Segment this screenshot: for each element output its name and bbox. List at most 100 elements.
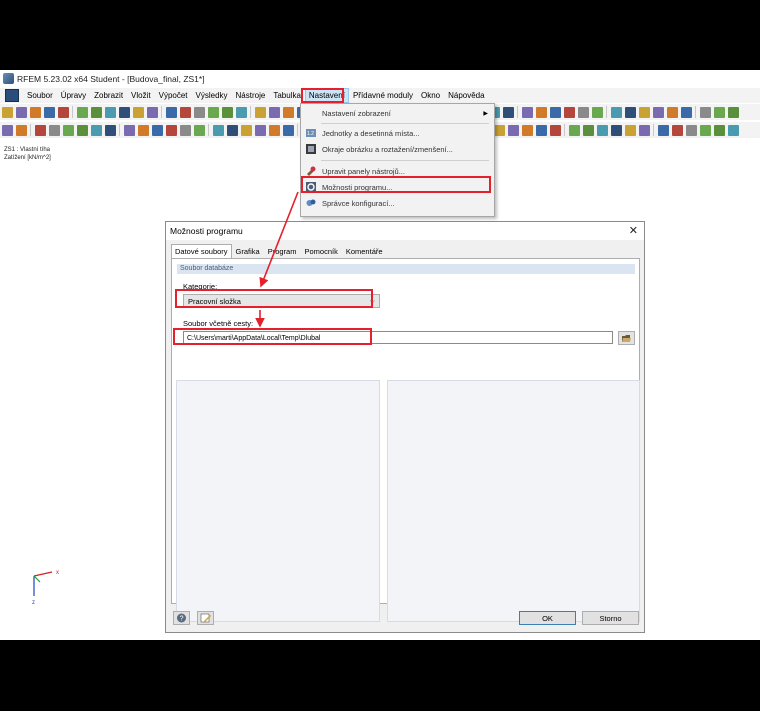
toolbar-button-icon[interactable]	[699, 106, 711, 118]
toolbar-button-icon[interactable]	[282, 106, 294, 118]
toolbar-button-icon[interactable]	[638, 106, 650, 118]
toolbar-button-icon[interactable]	[282, 124, 294, 136]
toolbar-button-icon[interactable]	[652, 106, 664, 118]
tab-data-files[interactable]: Datové soubory	[171, 244, 232, 258]
toolbar-button-icon[interactable]	[268, 124, 280, 136]
cancel-button[interactable]: Storno	[582, 611, 639, 625]
toolbar-button-icon[interactable]	[254, 124, 266, 136]
ok-button[interactable]: OK	[519, 611, 576, 625]
files-list[interactable]	[387, 380, 640, 622]
help-button[interactable]: ?	[173, 611, 190, 625]
toolbar-button-icon[interactable]	[624, 106, 636, 118]
menu-item-config-manager[interactable]: Správce konfigurací...	[301, 195, 494, 211]
toolbar-button-icon[interactable]	[29, 106, 41, 118]
menu-item-units[interactable]: 1.2 Jednotky a desetinná místa...	[301, 125, 494, 141]
tab-assistant[interactable]: Pomocník	[300, 244, 341, 258]
tab-program[interactable]: Program	[264, 244, 301, 258]
toolbar-button-icon[interactable]	[118, 106, 130, 118]
menu-6[interactable]: Výsledky	[192, 88, 232, 103]
menu-8[interactable]: Tabulka	[269, 88, 305, 103]
toolbar-button-icon[interactable]	[226, 124, 238, 136]
toolbar-button-icon[interactable]	[90, 106, 102, 118]
toolbar-button-icon[interactable]	[34, 124, 46, 136]
toolbar-button-icon[interactable]	[507, 124, 519, 136]
toolbar-button-icon[interactable]	[713, 124, 725, 136]
toolbar-button-icon[interactable]	[535, 106, 547, 118]
toolbar-button-icon[interactable]	[146, 106, 158, 118]
toolbar-button-icon[interactable]	[699, 124, 711, 136]
toolbar-button-icon[interactable]	[577, 106, 589, 118]
toolbar-button-icon[interactable]	[104, 124, 116, 136]
toolbar-button-icon[interactable]	[685, 124, 697, 136]
category-select[interactable]: Pracovní složka ⌵	[183, 294, 380, 308]
toolbar-button-icon[interactable]	[713, 106, 725, 118]
menu-2[interactable]: Úpravy	[57, 88, 90, 103]
browse-button[interactable]	[618, 331, 635, 345]
toolbar-button-icon[interactable]	[563, 106, 575, 118]
toolbar-button-icon[interactable]	[671, 124, 683, 136]
toolbar-button-icon[interactable]	[57, 106, 69, 118]
menu-item-display-settings[interactable]: Nastavení zobrazení ▶	[301, 105, 494, 121]
toolbar-button-icon[interactable]	[1, 106, 13, 118]
toolbar-button-icon[interactable]	[151, 124, 163, 136]
tab-graphics[interactable]: Grafika	[232, 244, 264, 258]
toolbar-button-icon[interactable]	[624, 124, 636, 136]
toolbar-button-icon[interactable]	[1, 124, 13, 136]
toolbar-button-icon[interactable]	[240, 124, 252, 136]
toolbar-button-icon[interactable]	[591, 106, 603, 118]
categories-list[interactable]	[176, 380, 380, 622]
toolbar-button-icon[interactable]	[123, 124, 135, 136]
toolbar-button-icon[interactable]	[137, 124, 149, 136]
toolbar-button-icon[interactable]	[90, 124, 102, 136]
edit-button[interactable]	[197, 611, 214, 625]
toolbar-button-icon[interactable]	[549, 106, 561, 118]
menu-4[interactable]: Vložit	[127, 88, 155, 103]
toolbar-button-icon[interactable]	[680, 106, 692, 118]
toolbar-button-icon[interactable]	[76, 124, 88, 136]
toolbar-button-icon[interactable]	[104, 106, 116, 118]
menu-9[interactable]: Nastavení	[304, 88, 349, 103]
toolbar-button-icon[interactable]	[179, 106, 191, 118]
menu-10[interactable]: Přídavné moduly	[349, 88, 417, 103]
menu-7[interactable]: Nástroje	[232, 88, 270, 103]
toolbar-button-icon[interactable]	[727, 124, 739, 136]
menu-1[interactable]: Soubor	[23, 88, 57, 103]
menu-5[interactable]: Výpočet	[155, 88, 192, 103]
toolbar-button-icon[interactable]	[549, 124, 561, 136]
toolbar-button-icon[interactable]	[15, 106, 27, 118]
app-menu-icon[interactable]	[5, 89, 19, 102]
menu-3[interactable]: Zobrazit	[90, 88, 127, 103]
toolbar-button-icon[interactable]	[268, 106, 280, 118]
toolbar-button-icon[interactable]	[638, 124, 650, 136]
toolbar-button-icon[interactable]	[132, 106, 144, 118]
close-icon[interactable]: ✕	[629, 224, 638, 238]
toolbar-button-icon[interactable]	[235, 106, 247, 118]
toolbar-button-icon[interactable]	[502, 106, 514, 118]
toolbar-button-icon[interactable]	[221, 106, 233, 118]
toolbar-button-icon[interactable]	[254, 106, 266, 118]
toolbar-button-icon[interactable]	[535, 124, 547, 136]
toolbar-button-icon[interactable]	[493, 124, 505, 136]
toolbar-button-icon[interactable]	[179, 124, 191, 136]
menu-item-image-margins[interactable]: Okraje obrázku a roztažení/zmenšení...	[301, 141, 494, 157]
toolbar-button-icon[interactable]	[596, 124, 608, 136]
toolbar-button-icon[interactable]	[193, 106, 205, 118]
toolbar-button-icon[interactable]	[76, 106, 88, 118]
toolbar-button-icon[interactable]	[48, 124, 60, 136]
menu-item-toolbars[interactable]: Upravit panely nástrojů...	[301, 163, 494, 179]
toolbar-button-icon[interactable]	[521, 106, 533, 118]
toolbar-button-icon[interactable]	[666, 106, 678, 118]
toolbar-button-icon[interactable]	[582, 124, 594, 136]
toolbar-button-icon[interactable]	[193, 124, 205, 136]
toolbar-button-icon[interactable]	[657, 124, 669, 136]
toolbar-button-icon[interactable]	[207, 106, 219, 118]
menu-12[interactable]: Nápověda	[444, 88, 488, 103]
menu-item-program-options[interactable]: Možnosti programu...	[301, 179, 494, 195]
toolbar-button-icon[interactable]	[610, 106, 622, 118]
toolbar-button-icon[interactable]	[727, 106, 739, 118]
toolbar-button-icon[interactable]	[15, 124, 27, 136]
toolbar-button-icon[interactable]	[165, 124, 177, 136]
toolbar-button-icon[interactable]	[165, 106, 177, 118]
toolbar-button-icon[interactable]	[610, 124, 622, 136]
menu-11[interactable]: Okno	[417, 88, 444, 103]
